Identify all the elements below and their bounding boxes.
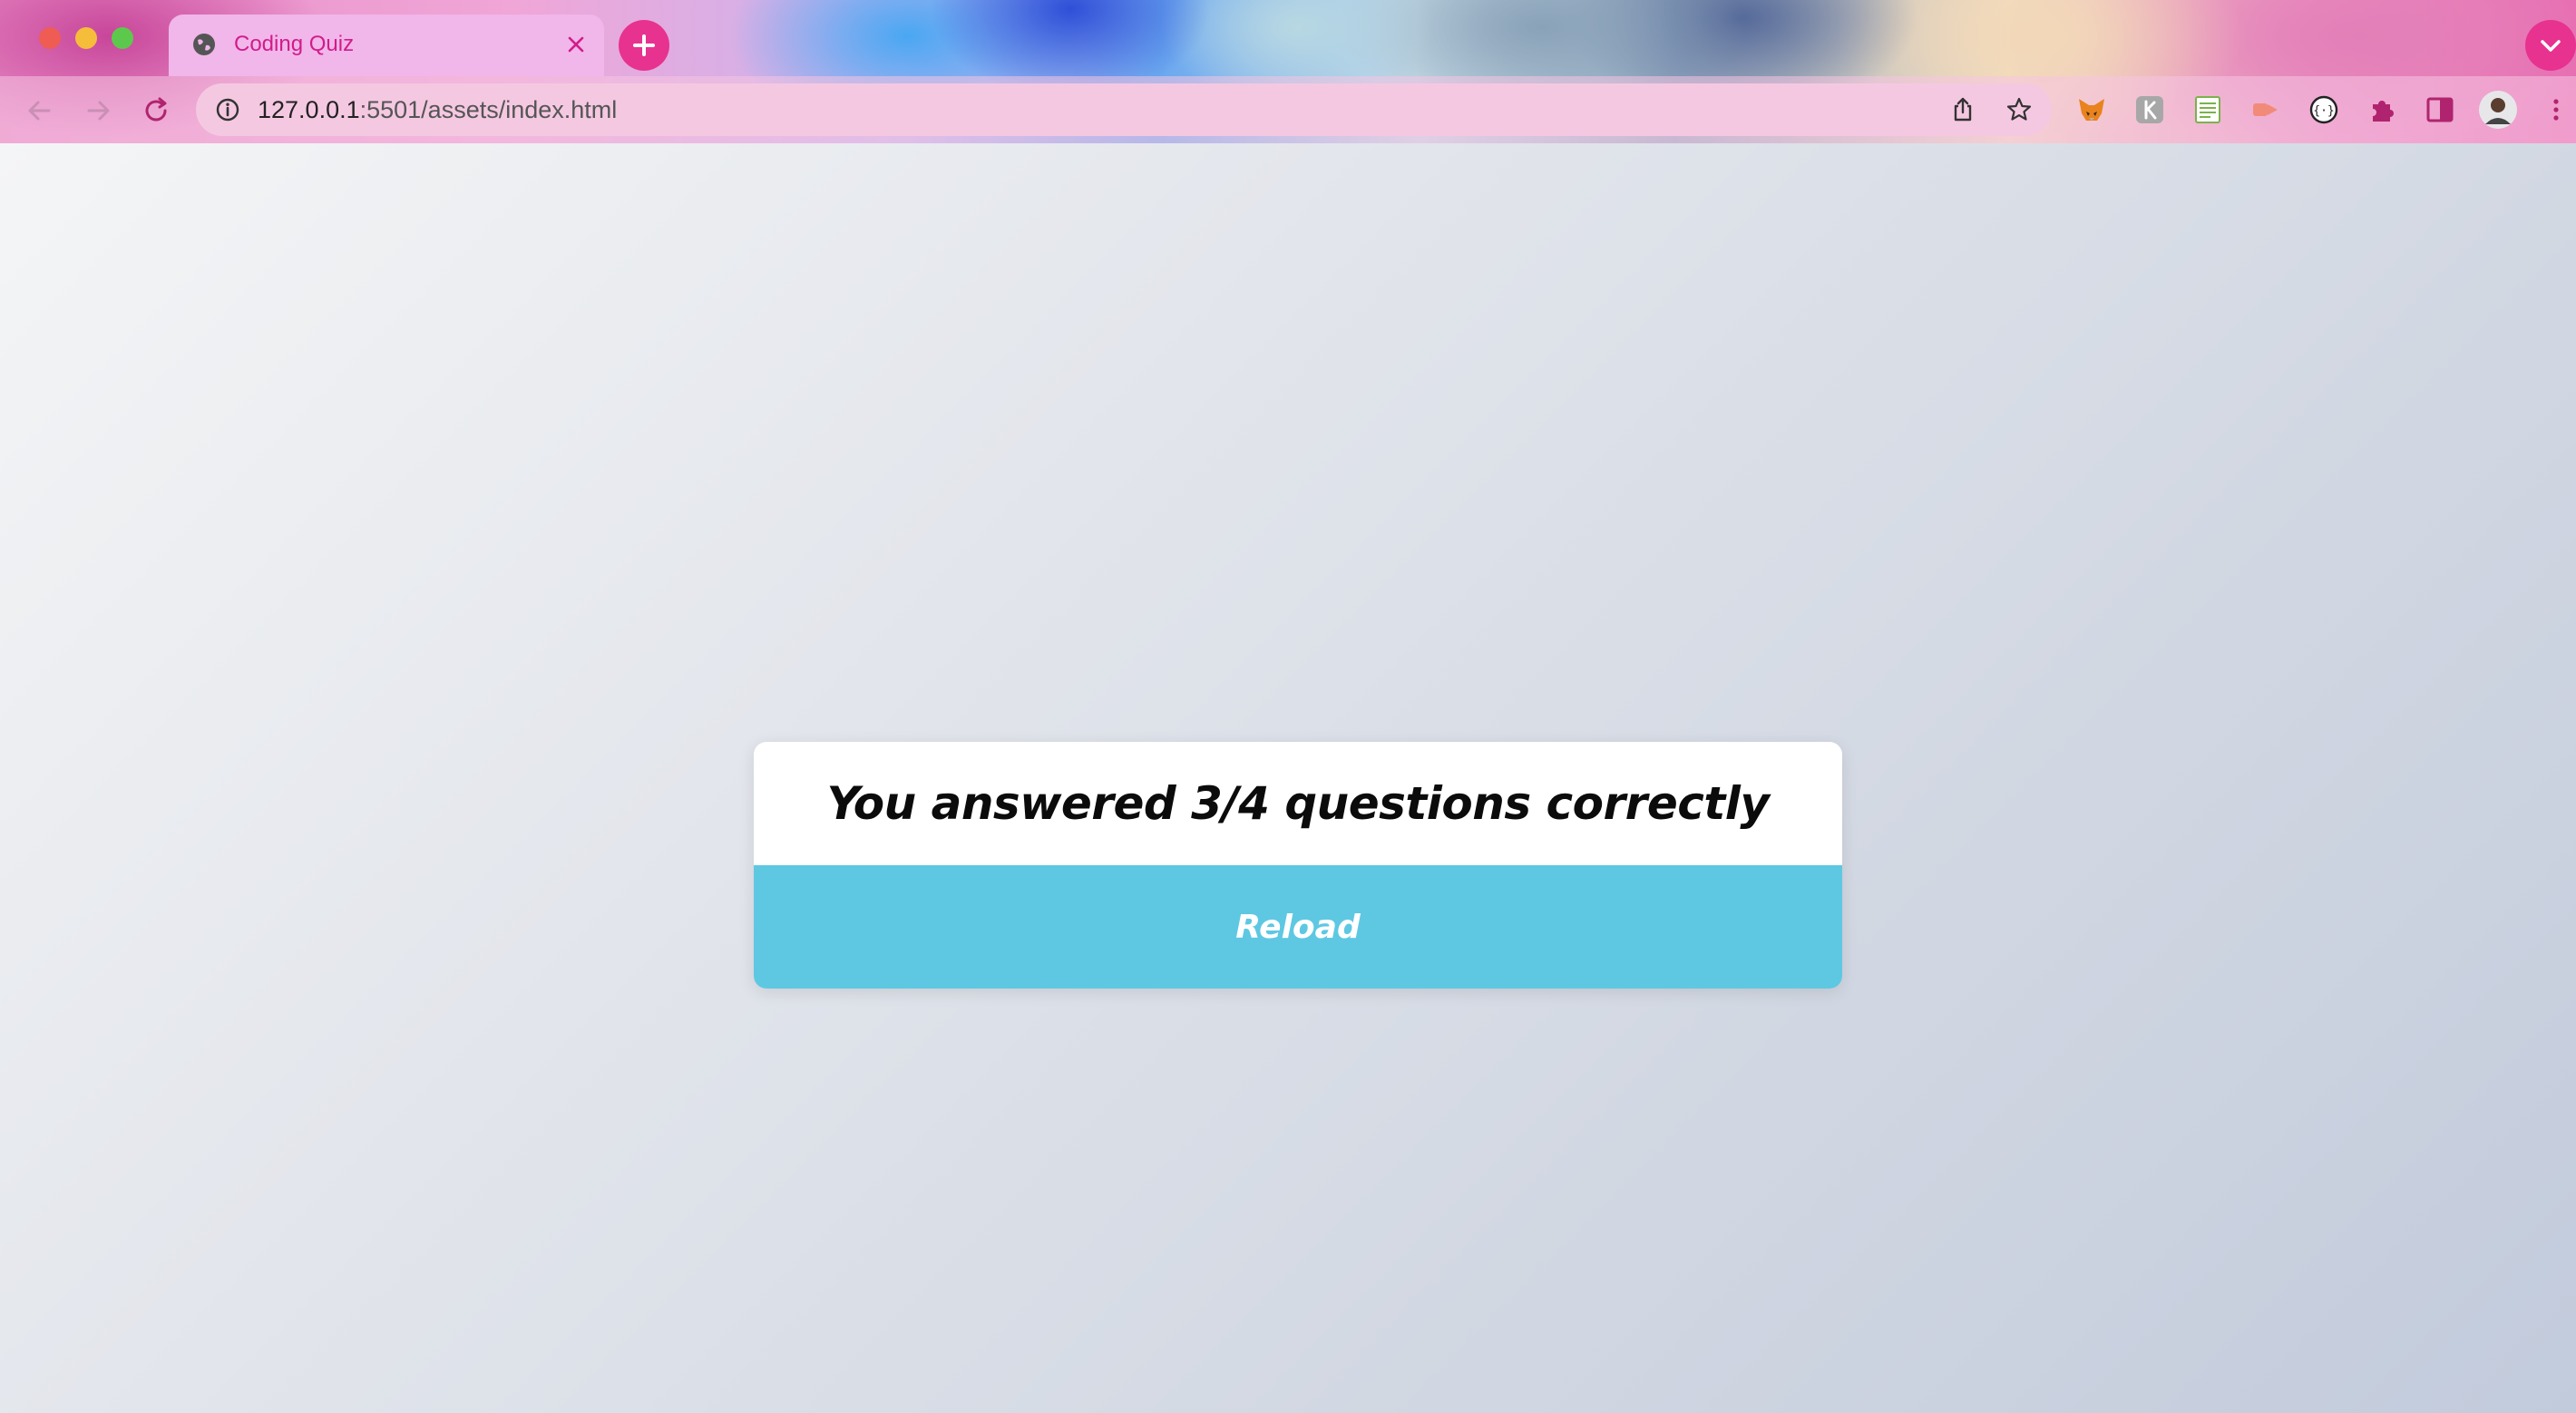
chevron-down-icon — [2541, 40, 2561, 52]
close-window-button[interactable] — [39, 27, 61, 49]
back-arrow-icon[interactable] — [22, 93, 58, 129]
reload-button[interactable]: Reload — [754, 865, 1842, 989]
metamask-fox-icon[interactable] — [2075, 93, 2108, 126]
reload-button-label: Reload — [1235, 908, 1361, 946]
browser-chrome: Coding Quiz 127.0.0.1:5501/assets/index.… — [0, 0, 2576, 143]
puzzle-extensions-icon[interactable] — [2366, 93, 2398, 126]
tab-title: Coding Quiz — [234, 32, 355, 56]
maximize-window-button[interactable] — [112, 27, 133, 49]
minimize-window-button[interactable] — [75, 27, 97, 49]
share-icon[interactable] — [1948, 95, 1977, 124]
url-path: :5501/assets/index.html — [359, 96, 618, 123]
address-bar[interactable]: 127.0.0.1:5501/assets/index.html — [196, 83, 2052, 136]
globe-icon — [193, 34, 215, 55]
url-host: 127.0.0.1 — [258, 96, 360, 123]
forward-arrow-icon[interactable] — [80, 93, 116, 129]
red-arrow-extension-icon[interactable] — [2249, 93, 2282, 126]
k-extension-icon[interactable] — [2133, 93, 2166, 126]
result-message: You answered 3/4 questions correctly — [826, 777, 1770, 830]
profile-avatar[interactable] — [2478, 90, 2518, 130]
url-text: 127.0.0.1:5501/assets/index.html — [258, 96, 617, 123]
close-tab-icon[interactable] — [562, 31, 590, 58]
new-tab-button[interactable] — [619, 20, 669, 71]
svg-text:{·}: {·} — [2313, 104, 2334, 118]
tab-coding-quiz[interactable]: Coding Quiz — [169, 15, 604, 76]
result-header: You answered 3/4 questions correctly — [754, 742, 1842, 865]
braces-extension-icon[interactable]: {·} — [2308, 93, 2340, 126]
page-content: You answered 3/4 questions correctly Rel… — [0, 143, 2576, 1413]
reload-page-icon[interactable] — [138, 93, 174, 129]
tab-search-button[interactable] — [2525, 20, 2576, 71]
browser-toolbar: 127.0.0.1:5501/assets/index.html {·} — [0, 76, 2576, 143]
plus-icon — [633, 34, 655, 56]
result-card: You answered 3/4 questions correctly Rel… — [754, 742, 1842, 989]
bookmark-star-icon[interactable] — [2005, 95, 2034, 124]
info-icon[interactable] — [214, 96, 241, 123]
sheet-extension-icon[interactable] — [2191, 93, 2224, 126]
more-menu-icon[interactable] — [2540, 93, 2572, 126]
side-panel-icon[interactable] — [2424, 93, 2456, 126]
